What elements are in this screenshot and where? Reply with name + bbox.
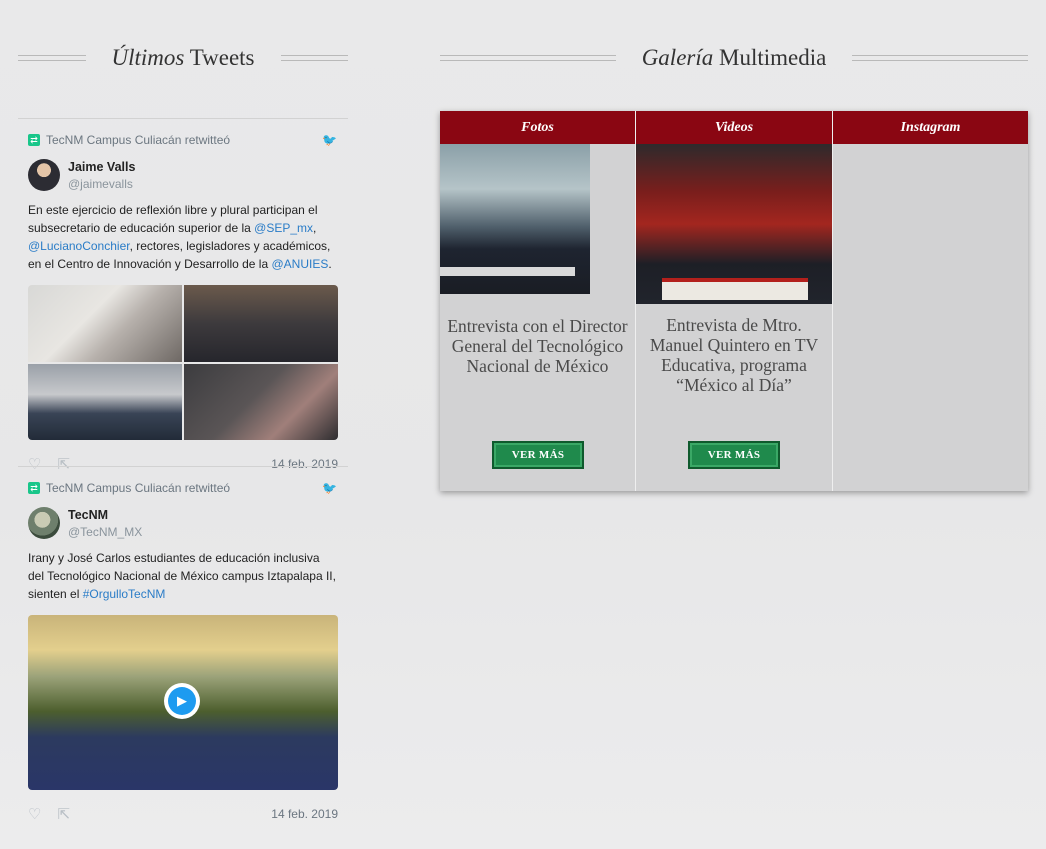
mention-link[interactable]: @SEP_mx (254, 221, 313, 235)
heart-icon[interactable]: ♡ (28, 805, 41, 823)
video-lower-third (662, 278, 808, 300)
header-rule-right (852, 55, 1029, 61)
gallery-thumbnail[interactable] (636, 144, 832, 304)
gallery-section-header: Galería Multimedia (440, 40, 1029, 76)
tweet-card[interactable]: ⇄ TecNM Campus Culiacán retwitteó 🐦 TecN… (18, 466, 348, 823)
hashtag-link[interactable]: #OrgulloTecNM (83, 587, 166, 601)
ver-mas-button[interactable]: VER MÁS (688, 441, 780, 469)
retweet-line: ⇄ TecNM Campus Culiacán retwitteó (28, 131, 338, 149)
mention-link[interactable]: @ANUIES (271, 257, 328, 271)
tweet-video[interactable]: ▶ (28, 615, 338, 790)
tweet-date[interactable]: 14 feb. 2019 (271, 807, 338, 821)
author-handle[interactable]: @TecNM_MX (68, 525, 142, 539)
tweet-text: Irany y José Carlos estudiantes de educa… (28, 551, 336, 601)
retweet-line: ⇄ TecNM Campus Culiacán retwitteó (28, 479, 338, 497)
twitter-timeline[interactable]: ⇄ TecNM Campus Culiacán retwitteó 🐦 Jaim… (18, 118, 348, 849)
tab-instagram[interactable]: Instagram (833, 111, 1028, 144)
header-rule-left (18, 55, 86, 61)
video-lower-third (440, 267, 575, 276)
header-rule-right (280, 55, 348, 61)
avatar[interactable] (28, 507, 60, 539)
header-rule-left (440, 55, 616, 61)
retweet-icon: ⇄ (28, 482, 40, 494)
share-icon[interactable]: ⇱ (57, 805, 70, 823)
mention-link[interactable]: @LucianoConchier (28, 239, 130, 253)
tweet-card[interactable]: ⇄ TecNM Campus Culiacán retwitteó 🐦 Jaim… (18, 118, 348, 473)
tweet-text: En este ejercicio de reflexión libre y p… (28, 203, 332, 271)
twitter-bird-icon[interactable]: 🐦 (322, 481, 337, 495)
tweet-footer: ♡ ⇱ 14 feb. 2019 (28, 804, 338, 824)
gallery-caption: Entrevista con el Director General del T… (447, 316, 628, 376)
retweet-icon: ⇄ (28, 134, 40, 146)
tweet-author[interactable]: TecNM @TecNM_MX (28, 505, 338, 541)
twitter-bird-icon[interactable]: 🐦 (322, 133, 337, 147)
gallery-caption: Entrevista de Mtro. Manuel Quintero en T… (649, 315, 819, 395)
tab-fotos[interactable]: Fotos (440, 111, 635, 144)
tweet-photo-grid[interactable] (28, 285, 338, 440)
tweets-section-title: Últimos Tweets (111, 45, 255, 70)
tweet-author[interactable]: Jaime Valls @jaimevalls (28, 157, 338, 193)
retweet-label[interactable]: TecNM Campus Culiacán retwitteó (46, 481, 230, 495)
author-name[interactable]: Jaime Valls (68, 160, 135, 174)
retweet-label[interactable]: TecNM Campus Culiacán retwitteó (46, 133, 230, 147)
author-name[interactable]: TecNM (68, 508, 142, 522)
tweet-photo[interactable] (28, 285, 182, 362)
ver-mas-button[interactable]: VER MÁS (492, 441, 584, 469)
gallery-thumbnail[interactable] (440, 144, 590, 294)
tweets-section-header: Últimos Tweets (18, 40, 348, 76)
avatar[interactable] (28, 159, 60, 191)
author-handle[interactable]: @jaimevalls (68, 177, 135, 191)
tweet-photo[interactable] (184, 363, 338, 440)
gallery-column-videos: Videos Entrevista de Mtro. Manuel Quinte… (635, 111, 832, 491)
multimedia-gallery: Fotos Entrevista con el Director General… (440, 111, 1028, 491)
gallery-column-instagram: Instagram (832, 111, 1028, 491)
tweet-photo[interactable] (184, 285, 338, 362)
play-button[interactable]: ▶ (164, 683, 200, 719)
play-icon: ▶ (168, 687, 196, 715)
tweet-photo[interactable] (28, 363, 182, 440)
gallery-column-fotos: Fotos Entrevista con el Director General… (440, 111, 635, 491)
tab-videos[interactable]: Videos (636, 111, 832, 144)
gallery-section-title: Galería Multimedia (641, 45, 827, 70)
